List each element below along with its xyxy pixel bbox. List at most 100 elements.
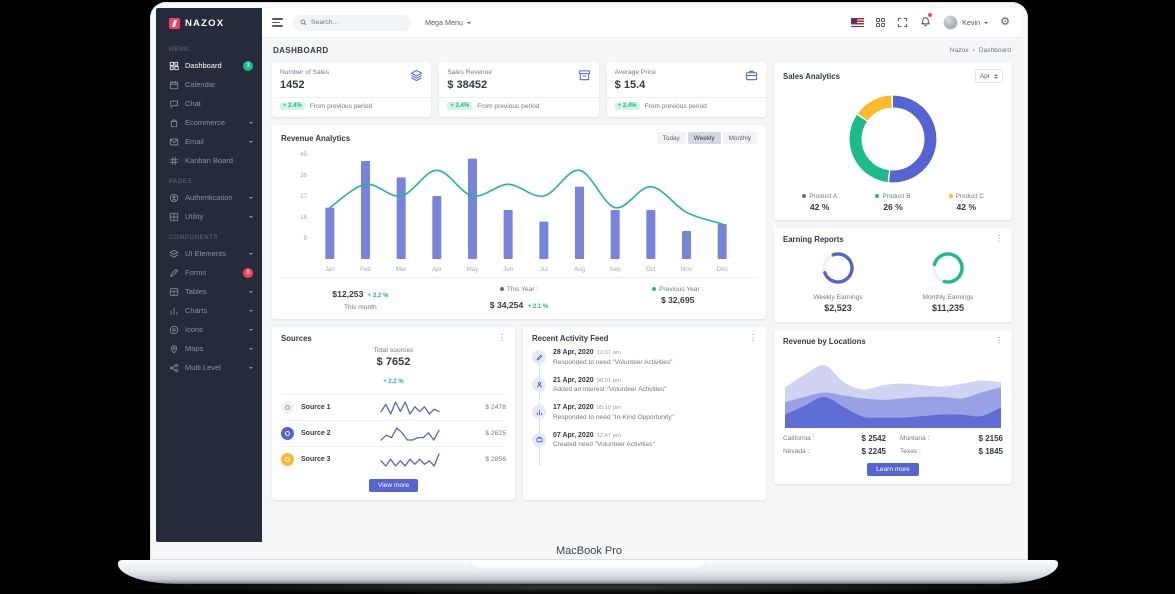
stats-row: Number of Sales 1452 + 2.4% From previou… <box>272 62 766 117</box>
chart-icon <box>532 405 546 419</box>
brand-logo-icon <box>169 18 180 29</box>
legend-dot <box>949 194 953 198</box>
svg-text:May: May <box>467 266 480 273</box>
svg-text:9: 9 <box>304 235 308 242</box>
source-sparkline <box>379 452 441 468</box>
chevron-down-icon <box>249 197 253 201</box>
dashboard-badge: 3 <box>243 61 253 71</box>
chevron-down-icon <box>249 291 253 295</box>
svg-text:Dec: Dec <box>717 266 728 273</box>
dashboard-icon <box>169 61 179 71</box>
tab-monthly[interactable]: Monthly <box>723 132 757 144</box>
trend-badge: + 2.4% <box>447 102 472 110</box>
mega-menu-button[interactable]: Mega Menu <box>425 18 471 27</box>
sidebar-item-ecommerce[interactable]: Ecommerce <box>156 113 262 132</box>
chevron-down-icon <box>249 141 253 145</box>
card-title: Sales Analytics <box>783 72 840 81</box>
revenue-by-locations-card: Revenue by Locations ⋮ California : $ 25… <box>774 330 1012 484</box>
user-icon <box>532 378 546 392</box>
chevron-down-icon <box>249 348 253 352</box>
share-nodes-icon <box>169 363 179 373</box>
kebab-menu-icon[interactable]: ⋮ <box>749 334 757 343</box>
icons-icon <box>169 325 179 335</box>
source-sparkline <box>379 426 441 442</box>
stat-card-number-of-sales: Number of Sales 1452 + 2.4% From previou… <box>272 62 431 117</box>
apps-grid-icon[interactable] <box>876 18 886 28</box>
sidebar-item-kanban-board[interactable]: Kanban Board <box>156 151 262 170</box>
brand-logo[interactable]: NAZOX <box>156 8 262 38</box>
svg-text:18: 18 <box>300 214 307 221</box>
stat-card-sales-revenue: Sales Revenue $ 38452 + 2.4% From previo… <box>439 62 598 117</box>
user-menu[interactable]: Kevin <box>943 15 988 30</box>
search-icon <box>300 19 307 26</box>
search-box[interactable] <box>293 15 411 31</box>
tab-weekly[interactable]: Weekly <box>688 132 721 144</box>
chevron-down-icon <box>249 122 253 126</box>
search-input[interactable] <box>311 19 391 26</box>
kebab-menu-icon[interactable]: ⋮ <box>995 235 1003 244</box>
table-icon <box>169 287 179 297</box>
sidebar-item-maps[interactable]: Maps <box>156 339 262 358</box>
svg-text:Apr: Apr <box>432 266 442 273</box>
stat-value: $ 15.4 <box>615 79 656 91</box>
learn-more-button[interactable]: Learn more <box>867 463 919 476</box>
source-row[interactable]: Source 3 $ 2856 <box>281 446 506 472</box>
sidebar-item-ui-elements[interactable]: UI Elements <box>156 244 262 263</box>
sidebar-item-email[interactable]: Email <box>156 132 262 151</box>
right-column: Sales Analytics Apr <box>774 62 1012 500</box>
location-stat: Montana : $ 2156 <box>900 434 1003 443</box>
card-title: Sources <box>281 334 312 343</box>
legend-product-b: Product B 26 % <box>856 193 929 212</box>
sidebar-item-chat[interactable]: Chat <box>156 94 262 113</box>
location-stat: Nevada : $ 2245 <box>783 447 886 456</box>
source-sparkline <box>379 400 441 416</box>
recent-activity-card: Recent Activity Feed ⋮ 28 Apr, 202012:07… <box>523 327 766 500</box>
main-area: Mega Menu Kevin <box>262 8 1022 542</box>
notifications-button[interactable] <box>920 14 931 32</box>
user-name: Kevin <box>962 18 980 27</box>
breadcrumb: Nazox › Dashboard <box>950 47 1011 54</box>
sidebar-item-tables[interactable]: Tables <box>156 282 262 301</box>
menu-toggle-icon[interactable] <box>272 18 283 26</box>
sidebar-item-utility[interactable]: Utility <box>156 207 262 226</box>
tab-today[interactable]: Today <box>657 132 686 144</box>
sidebar-item-multi-level[interactable]: Multi Level <box>156 358 262 377</box>
notification-dot <box>928 13 932 17</box>
revenue-analytics-card: Revenue Analytics Today Weekly Monthly 4… <box>272 125 766 319</box>
svg-text:45: 45 <box>300 151 307 158</box>
view-more-button[interactable]: View more <box>369 479 418 492</box>
breadcrumb-current: Dashboard <box>979 47 1011 54</box>
source-row[interactable]: Source 1 $ 2478 <box>281 394 506 420</box>
map-pin-icon <box>169 344 179 354</box>
card-title: Revenue by Locations <box>783 337 866 346</box>
trend-badge: + 2.4% <box>280 102 305 110</box>
kebab-menu-icon[interactable]: ⋮ <box>498 334 506 343</box>
locations-area-chart <box>783 354 1003 428</box>
feed-item: 07 Apr, 202012:47 pm Created need "Volun… <box>532 432 757 460</box>
breadcrumb-root[interactable]: Nazox <box>950 47 969 54</box>
sidebar-item-calendar[interactable]: Calendar <box>156 75 262 94</box>
sidebar-item-authentication[interactable]: Authentication <box>156 188 262 207</box>
card-title: Revenue Analytics <box>281 134 350 143</box>
sidebar-item-charts[interactable]: Charts <box>156 301 262 320</box>
sources-card: Sources ⋮ Total sources $ 7652 + 2.2 % <box>272 327 515 500</box>
shopping-bag-icon <box>169 118 179 128</box>
feed-item: 28 Apr, 202012:07 am Responded to need "… <box>532 349 757 377</box>
svg-text:Feb: Feb <box>360 266 371 273</box>
feed-item: 21 Apr, 202008:01 pm Added an interest "… <box>532 377 757 405</box>
month-select[interactable]: Apr <box>975 69 1003 83</box>
bell-icon <box>920 16 931 27</box>
source-row[interactable]: Source 2 $ 2625 <box>281 420 506 446</box>
gear-icon[interactable]: ⚙ <box>1000 17 1010 28</box>
kebab-menu-icon[interactable]: ⋮ <box>995 337 1003 346</box>
legend-product-c: Product C 42 % <box>930 193 1003 212</box>
language-flag-icon[interactable] <box>851 18 864 27</box>
feed-item: 17 Apr, 202005:10 pm Responded to need "… <box>532 404 757 432</box>
fullscreen-icon[interactable] <box>897 17 908 28</box>
sidebar-item-icons[interactable]: Icons <box>156 320 262 339</box>
briefcase-icon <box>532 433 546 447</box>
envelope-icon <box>169 137 179 147</box>
sidebar-item-dashboard[interactable]: Dashboard 3 <box>156 56 262 75</box>
sidebar-item-forms[interactable]: Forms 8 <box>156 263 262 282</box>
pencil-icon <box>532 350 546 364</box>
